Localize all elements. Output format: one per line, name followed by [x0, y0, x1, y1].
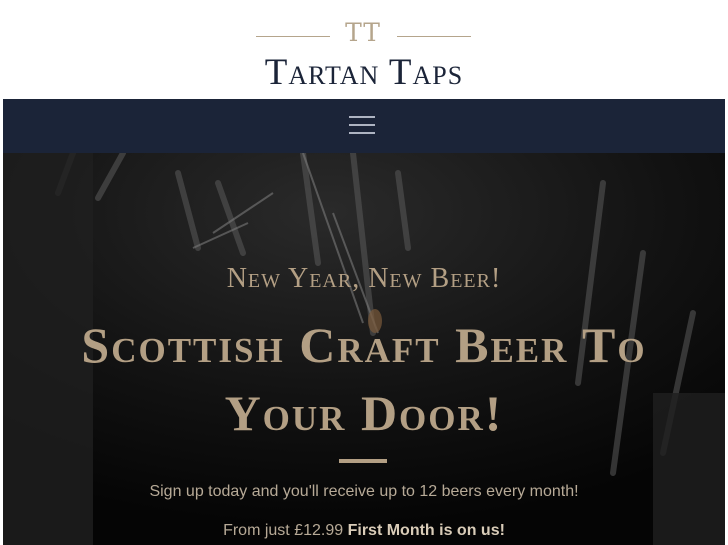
- monogram-row: TT: [3, 16, 725, 52]
- logo-monogram[interactable]: TT: [333, 18, 393, 47]
- hero-subtext: Sign up today and you'll receive up to 1…: [149, 483, 579, 500]
- hero-headline: Scottish Craft Beer To Your Door!: [81, 317, 647, 441]
- hamburger-menu-icon[interactable]: [349, 113, 377, 137]
- hero-divider: [339, 459, 387, 463]
- hero-content: New Year, New Beer! Scottish Craft Beer …: [3, 153, 725, 545]
- hero-section: New Year, New Beer! Scottish Craft Beer …: [3, 153, 725, 545]
- page-frame: TT Tartan Taps New Year, New Beer! Scott…: [3, 0, 725, 545]
- monogram-rule-left: [256, 36, 330, 37]
- hamburger-line: [349, 132, 375, 134]
- monogram-rule-right: [397, 36, 471, 37]
- hamburger-line: [349, 116, 375, 118]
- price-offer: First Month is on us!: [347, 522, 505, 539]
- nav-bar: [3, 99, 725, 153]
- price-prefix: From just £12.99: [223, 522, 344, 539]
- site-header: TT Tartan Taps: [3, 0, 725, 99]
- hero-eyebrow: New Year, New Beer!: [226, 263, 502, 294]
- hamburger-line: [349, 124, 375, 126]
- brand-logo-text[interactable]: Tartan Taps: [3, 53, 725, 93]
- hero-price-line: From just £12.99 First Month is on us!: [3, 522, 725, 540]
